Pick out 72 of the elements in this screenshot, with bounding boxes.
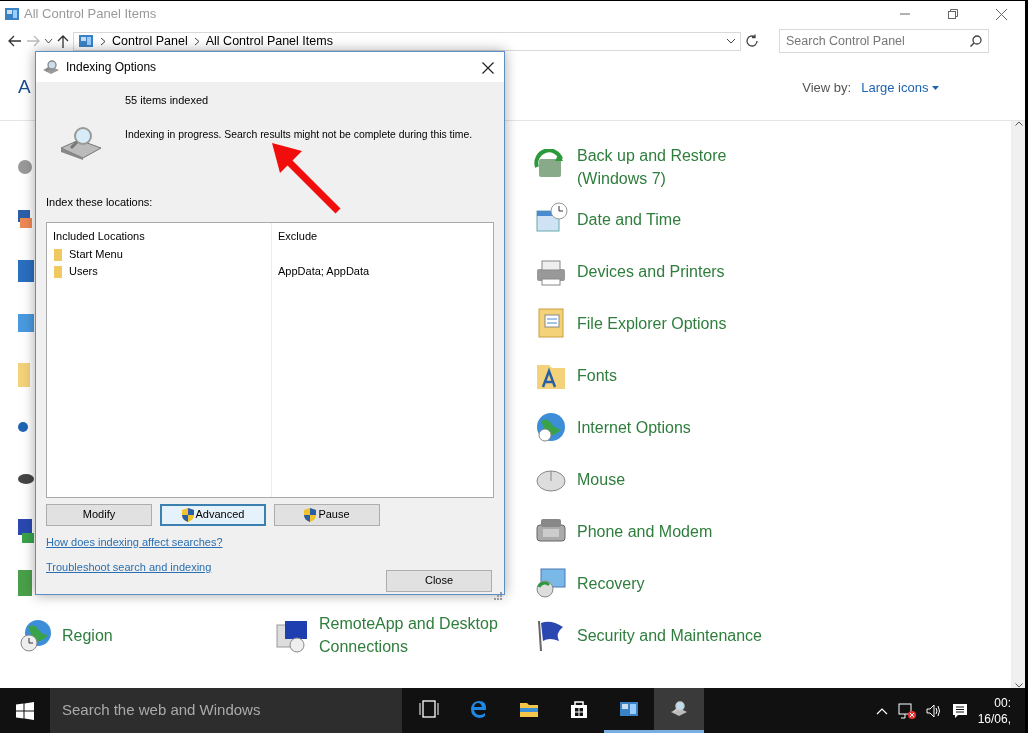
search-field[interactable]: Search Control Panel: [779, 29, 989, 53]
control-panel-item[interactable]: Mouse: [577, 467, 626, 491]
dialog-button[interactable]: Modify: [46, 503, 152, 526]
notification-icon[interactable]: [951, 702, 968, 719]
refresh-icon[interactable]: [745, 34, 759, 48]
control-panel-item[interactable]: RemoteApp and Desktop Connections: [319, 612, 504, 658]
shield-icon: [304, 507, 317, 522]
chevron-up-icon[interactable]: [875, 706, 888, 715]
restore-icon[interactable]: [948, 9, 958, 19]
control-panel-item[interactable]: Region: [62, 623, 113, 647]
breadcrumb[interactable]: Control Panel: [112, 31, 188, 51]
items-indexed-count: 55 items indexed: [125, 93, 210, 108]
speaker-icon[interactable]: [925, 703, 942, 718]
drive-magnifier-icon: [59, 126, 103, 160]
dot-icon: [18, 422, 28, 432]
control-panel-item[interactable]: Security and Maintenance: [577, 623, 762, 647]
breadcrumb[interactable]: All Control Panel Items: [205, 31, 333, 51]
taskbar-clock[interactable]: 00: 16/06,: [977, 694, 1011, 727]
close-button[interactable]: Close: [386, 569, 492, 592]
dropdown-caret-icon[interactable]: [726, 38, 736, 44]
caret-icon: [932, 86, 939, 91]
window-title: All Control Panel Items: [24, 5, 157, 24]
dialog-button[interactable]: Advanced: [160, 503, 266, 526]
locations-label: Index these locations:: [46, 195, 154, 210]
shopping-bag-icon: [569, 699, 589, 719]
control-panel-item[interactable]: Back up and Restore (Windows 7): [577, 144, 762, 190]
control-panel-item[interactable]: Internet Options: [577, 415, 691, 439]
excluded-folders: AppData; AppData: [278, 264, 370, 280]
control-panel-item[interactable]: Fonts: [577, 363, 617, 387]
drive-magnifier-icon: [42, 59, 60, 75]
help-link[interactable]: How does indexing affect searches?: [46, 533, 223, 550]
indexing-status: Indexing in progress. Search results might not be complete during this time.: [125, 127, 473, 142]
control-panel-item[interactable]: Devices and Printers: [577, 259, 725, 283]
monitor-clock-icon[interactable]: [533, 565, 569, 601]
drive-magnifier-icon: [669, 699, 689, 719]
control-panel-item[interactable]: Phone and Modem: [577, 519, 713, 543]
help-link[interactable]: Troubleshoot search and indexing: [46, 559, 212, 576]
page-heading: A: [18, 75, 31, 100]
windows-logo-icon[interactable]: [16, 701, 34, 720]
scroll-up-icon[interactable]: [1014, 121, 1023, 126]
taskbar-search-field[interactable]: Search the web and Windows: [50, 688, 402, 733]
back-arrow-icon[interactable]: [8, 35, 22, 47]
address-bar[interactable]: Control Panel All Control Panel Items: [73, 31, 741, 51]
view-by-dropdown[interactable]: Large icons: [861, 77, 939, 98]
chevron-icon: [193, 36, 200, 46]
control-panel-item[interactable]: Recovery: [577, 571, 645, 595]
chevron-icon: [100, 36, 106, 46]
resize-grip-icon: [494, 591, 502, 600]
control-panel-icon: [619, 699, 639, 719]
globe-clock-icon[interactable]: [18, 617, 54, 653]
column-header: Included Locations: [53, 228, 146, 244]
dropdown-caret-icon[interactable]: [44, 38, 53, 44]
dialog-button[interactable]: Pause: [274, 503, 380, 526]
control-panel-item[interactable]: Date and Time: [577, 207, 682, 231]
network-error-icon[interactable]: [897, 702, 916, 719]
shield-icon: [181, 507, 194, 522]
column-header: Exclude: [278, 228, 319, 244]
annotation-arrow: [272, 143, 341, 214]
scroll-down-icon[interactable]: [1014, 683, 1023, 688]
control-panel-item[interactable]: File Explorer Options: [577, 311, 727, 335]
close-icon[interactable]: [482, 61, 494, 74]
search-icon: [970, 35, 982, 47]
edge-icon: [469, 699, 489, 719]
taskbar-button[interactable]: [654, 688, 704, 733]
control-panel-icon: [78, 34, 94, 48]
view-by-label: View by:: [802, 78, 852, 97]
location-name[interactable]: Start Menu: [69, 246, 123, 263]
task-view-icon: [419, 699, 439, 719]
dialog-title: Indexing Options: [66, 59, 157, 76]
control-panel-icon: [4, 7, 20, 21]
up-arrow-icon[interactable]: [57, 34, 69, 48]
location-name[interactable]: Users: [69, 263, 98, 280]
